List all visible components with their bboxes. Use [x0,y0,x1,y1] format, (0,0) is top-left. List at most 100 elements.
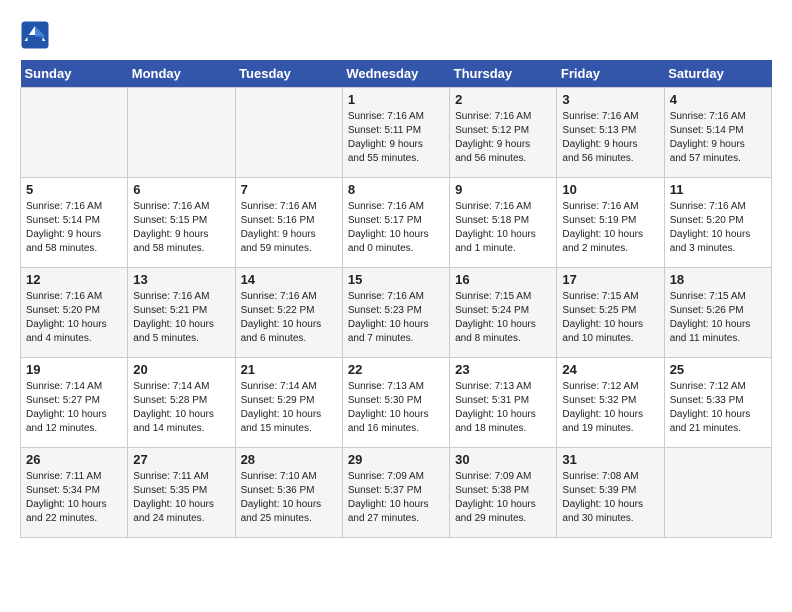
day-info: Sunrise: 7:11 AM Sunset: 5:35 PM Dayligh… [133,470,229,526]
day-number: 19 [26,362,122,377]
day-number: 31 [562,452,658,467]
day-info: Sunrise: 7:16 AM Sunset: 5:12 PM Dayligh… [455,110,551,166]
calendar-header-row: SundayMondayTuesdayWednesdayThursdayFrid… [21,60,772,88]
calendar-cell: 29 Sunrise: 7:09 AM Sunset: 5:37 PM Dayli… [342,448,449,538]
day-info: Sunrise: 7:16 AM Sunset: 5:22 PM Dayligh… [241,290,337,346]
header-tuesday: Tuesday [235,60,342,88]
header-sunday: Sunday [21,60,128,88]
day-info: Sunrise: 7:16 AM Sunset: 5:13 PM Dayligh… [562,110,658,166]
day-info: Sunrise: 7:16 AM Sunset: 5:14 PM Dayligh… [26,200,122,256]
calendar-cell: 16Sunrise: 7:15 AM Sunset: 5:24 PM Dayli… [450,268,557,358]
calendar-cell: 1 Sunrise: 7:16 AM Sunset: 5:11 PM Daylig… [342,88,449,178]
day-info: Sunrise: 7:16 AM Sunset: 5:15 PM Dayligh… [133,200,229,256]
calendar-cell: 9 Sunrise: 7:16 AM Sunset: 5:18 PM Daylig… [450,178,557,268]
day-number: 28 [241,452,337,467]
calendar-cell: 4 Sunrise: 7:16 AM Sunset: 5:14 PM Daylig… [664,88,771,178]
day-number: 2 [455,92,551,107]
calendar-cell [21,88,128,178]
day-number: 7 [241,182,337,197]
calendar-cell: 20 Sunrise: 7:14 AM Sunset: 5:28 PM Dayli… [128,358,235,448]
header-monday: Monday [128,60,235,88]
day-number: 4 [670,92,766,107]
calendar-cell: 22 Sunrise: 7:13 AM Sunset: 5:30 PM Dayli… [342,358,449,448]
day-number: 6 [133,182,229,197]
day-number: 22 [348,362,444,377]
day-number: 17 [562,272,658,287]
day-info: Sunrise: 7:14 AM Sunset: 5:29 PM Dayligh… [241,380,337,436]
day-number: 21 [241,362,337,377]
day-number: 13 [133,272,229,287]
header-wednesday: Wednesday [342,60,449,88]
calendar-cell: 17Sunrise: 7:15 AM Sunset: 5:25 PM Dayli… [557,268,664,358]
calendar-table: SundayMondayTuesdayWednesdayThursdayFrid… [20,60,772,538]
day-number: 26 [26,452,122,467]
header-thursday: Thursday [450,60,557,88]
calendar-cell: 11 Sunrise: 7:16 AM Sunset: 5:20 PM Dayli… [664,178,771,268]
calendar-week-row: 5 Sunrise: 7:16 AM Sunset: 5:14 PM Daylig… [21,178,772,268]
calendar-cell: 19 Sunrise: 7:14 AM Sunset: 5:27 PM Dayli… [21,358,128,448]
day-info: Sunrise: 7:16 AM Sunset: 5:16 PM Dayligh… [241,200,337,256]
day-number: 24 [562,362,658,377]
day-number: 15 [348,272,444,287]
day-number: 23 [455,362,551,377]
day-info: Sunrise: 7:16 AM Sunset: 5:14 PM Dayligh… [670,110,766,166]
day-number: 5 [26,182,122,197]
header-saturday: Saturday [664,60,771,88]
calendar-cell: 24 Sunrise: 7:12 AM Sunset: 5:32 PM Dayli… [557,358,664,448]
calendar-cell: 10 Sunrise: 7:16 AM Sunset: 5:19 PM Dayli… [557,178,664,268]
day-info: Sunrise: 7:13 AM Sunset: 5:30 PM Dayligh… [348,380,444,436]
day-info: Sunrise: 7:16 AM Sunset: 5:23 PM Dayligh… [348,290,444,346]
day-number: 18 [670,272,766,287]
day-number: 10 [562,182,658,197]
calendar-cell: 5 Sunrise: 7:16 AM Sunset: 5:14 PM Daylig… [21,178,128,268]
day-number: 12 [26,272,122,287]
day-info: Sunrise: 7:12 AM Sunset: 5:33 PM Dayligh… [670,380,766,436]
day-info: Sunrise: 7:16 AM Sunset: 5:11 PM Dayligh… [348,110,444,166]
calendar-cell: 28 Sunrise: 7:10 AM Sunset: 5:36 PM Dayli… [235,448,342,538]
calendar-cell [235,88,342,178]
calendar-week-row: 26Sunrise: 7:11 AM Sunset: 5:34 PM Dayli… [21,448,772,538]
day-number: 1 [348,92,444,107]
calendar-cell [664,448,771,538]
day-number: 29 [348,452,444,467]
calendar-week-row: 1 Sunrise: 7:16 AM Sunset: 5:11 PM Daylig… [21,88,772,178]
calendar-cell: 25 Sunrise: 7:12 AM Sunset: 5:33 PM Dayli… [664,358,771,448]
day-info: Sunrise: 7:16 AM Sunset: 5:20 PM Dayligh… [26,290,122,346]
logo-icon [20,20,50,50]
header-friday: Friday [557,60,664,88]
calendar-cell: 3Sunrise: 7:16 AM Sunset: 5:13 PM Daylig… [557,88,664,178]
day-info: Sunrise: 7:16 AM Sunset: 5:19 PM Dayligh… [562,200,658,256]
day-info: Sunrise: 7:10 AM Sunset: 5:36 PM Dayligh… [241,470,337,526]
calendar-cell [128,88,235,178]
day-info: Sunrise: 7:09 AM Sunset: 5:37 PM Dayligh… [348,470,444,526]
day-info: Sunrise: 7:16 AM Sunset: 5:20 PM Dayligh… [670,200,766,256]
calendar-cell: 23 Sunrise: 7:13 AM Sunset: 5:31 PM Dayli… [450,358,557,448]
day-number: 8 [348,182,444,197]
day-info: Sunrise: 7:16 AM Sunset: 5:17 PM Dayligh… [348,200,444,256]
calendar-cell: 2 Sunrise: 7:16 AM Sunset: 5:12 PM Daylig… [450,88,557,178]
day-number: 11 [670,182,766,197]
calendar-cell: 31 Sunrise: 7:08 AM Sunset: 5:39 PM Dayli… [557,448,664,538]
day-info: Sunrise: 7:14 AM Sunset: 5:27 PM Dayligh… [26,380,122,436]
calendar-cell: 30 Sunrise: 7:09 AM Sunset: 5:38 PM Dayli… [450,448,557,538]
day-info: Sunrise: 7:08 AM Sunset: 5:39 PM Dayligh… [562,470,658,526]
day-number: 9 [455,182,551,197]
calendar-cell: 27 Sunrise: 7:11 AM Sunset: 5:35 PM Dayli… [128,448,235,538]
day-info: Sunrise: 7:13 AM Sunset: 5:31 PM Dayligh… [455,380,551,436]
day-info: Sunrise: 7:09 AM Sunset: 5:38 PM Dayligh… [455,470,551,526]
day-info: Sunrise: 7:12 AM Sunset: 5:32 PM Dayligh… [562,380,658,436]
day-number: 30 [455,452,551,467]
day-number: 20 [133,362,229,377]
day-info: Sunrise: 7:15 AM Sunset: 5:26 PM Dayligh… [670,290,766,346]
calendar-cell: 6 Sunrise: 7:16 AM Sunset: 5:15 PM Daylig… [128,178,235,268]
logo [20,20,54,50]
day-number: 25 [670,362,766,377]
day-number: 27 [133,452,229,467]
calendar-cell: 21 Sunrise: 7:14 AM Sunset: 5:29 PM Dayli… [235,358,342,448]
day-info: Sunrise: 7:14 AM Sunset: 5:28 PM Dayligh… [133,380,229,436]
calendar-week-row: 12 Sunrise: 7:16 AM Sunset: 5:20 PM Dayli… [21,268,772,358]
day-info: Sunrise: 7:16 AM Sunset: 5:18 PM Dayligh… [455,200,551,256]
calendar-cell: 8 Sunrise: 7:16 AM Sunset: 5:17 PM Daylig… [342,178,449,268]
calendar-cell: 14Sunrise: 7:16 AM Sunset: 5:22 PM Dayli… [235,268,342,358]
calendar-cell: 15 Sunrise: 7:16 AM Sunset: 5:23 PM Dayli… [342,268,449,358]
